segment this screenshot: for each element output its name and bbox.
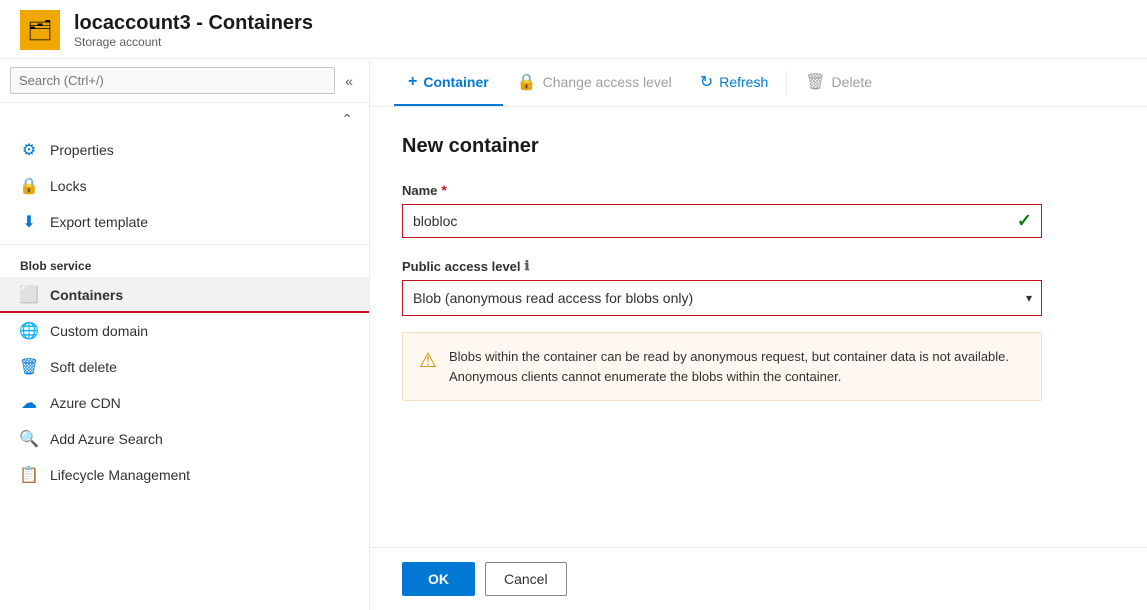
lock-icon: 🔒 (20, 177, 38, 195)
section-collapse-icon[interactable]: ⌃ (341, 111, 353, 128)
sidebar-item-properties[interactable]: ⚙ Properties (0, 132, 369, 168)
page-title: locaccount3 - Containers (74, 12, 313, 35)
access-select-wrapper: Private (no anonymous access) Blob (anon… (402, 280, 1042, 316)
change-access-level-button[interactable]: 🔒 Change access level (503, 59, 686, 106)
refresh-icon: ↻ (700, 72, 713, 92)
sidebar-items: ⌃ ⚙ Properties 🔒 Locks ⬇ Export template… (0, 103, 369, 610)
plus-icon: + (408, 73, 417, 91)
lifecycle-icon: 📋 (20, 466, 38, 484)
delete-icon: 🗑 (805, 72, 825, 92)
sidebar-item-add-azure-search[interactable]: 🔍 Add Azure Search (0, 421, 369, 457)
change-access-label: Change access level (543, 74, 672, 90)
sidebar-item-azure-cdn[interactable]: ☁ Azure CDN (0, 385, 369, 421)
container-button[interactable]: + Container (394, 59, 503, 106)
search-input[interactable] (10, 67, 335, 94)
sidebar-item-lifecycle-management[interactable]: 📋 Lifecycle Management (0, 457, 369, 493)
warning-box: ⚠ Blobs within the container can be read… (402, 332, 1042, 401)
sidebar-item-locks[interactable]: 🔒 Locks (0, 168, 369, 204)
info-icon: ℹ (525, 258, 530, 274)
sidebar: « ⌃ ⚙ Properties 🔒 Locks ⬇ Export templa… (0, 59, 370, 610)
header: 🗂 locaccount3 - Containers Storage accou… (0, 0, 1147, 59)
sidebar-item-lifecycle-label: Lifecycle Management (50, 467, 190, 483)
export-icon: ⬇ (20, 213, 38, 231)
sidebar-item-custom-domain-label: Custom domain (50, 323, 148, 339)
sidebar-item-add-azure-search-label: Add Azure Search (50, 431, 163, 447)
page-subtitle: Storage account (74, 35, 313, 49)
domain-icon: 🌐 (20, 322, 38, 340)
cancel-button[interactable]: Cancel (485, 562, 567, 596)
panel-title: New container (402, 135, 1115, 158)
sidebar-item-containers[interactable]: ⬜ Containers (0, 277, 369, 313)
delete-button[interactable]: 🗑 Delete (791, 59, 886, 106)
access-label: Public access level ℹ (402, 258, 1115, 274)
blob-service-header: Blob service (0, 249, 369, 277)
name-input-wrapper: ✓ (402, 204, 1042, 238)
refresh-button[interactable]: ↻ Refresh (686, 59, 782, 106)
name-required: * (441, 182, 446, 198)
sidebar-item-properties-label: Properties (50, 142, 114, 158)
name-input[interactable] (402, 204, 1042, 238)
lock-toolbar-icon: 🔒 (517, 72, 537, 92)
access-level-select[interactable]: Private (no anonymous access) Blob (anon… (402, 280, 1042, 316)
sidebar-item-custom-domain[interactable]: 🌐 Custom domain (0, 313, 369, 349)
access-form-group: Public access level ℹ Private (no anonym… (402, 258, 1115, 401)
name-label: Name * (402, 182, 1115, 198)
properties-icon: ⚙ (20, 141, 38, 159)
container-button-label: Container (423, 74, 488, 90)
sidebar-item-containers-label: Containers (50, 287, 123, 303)
search-row: « (0, 59, 369, 103)
sidebar-item-export-label: Export template (50, 214, 148, 230)
header-title-block: locaccount3 - Containers Storage account (74, 12, 313, 49)
sidebar-item-soft-delete-label: Soft delete (50, 359, 117, 375)
content-area: + Container 🔒 Change access level ↻ Refr… (370, 59, 1147, 610)
warning-triangle-icon: ⚠ (419, 348, 437, 373)
toolbar-separator (786, 71, 787, 95)
container-icon: ⬜ (20, 286, 38, 304)
toolbar: + Container 🔒 Change access level ↻ Refr… (370, 59, 1147, 107)
cdn-icon: ☁ (20, 394, 38, 412)
delete-label: Delete (832, 74, 872, 90)
sidebar-item-export-template[interactable]: ⬇ Export template (0, 204, 369, 240)
refresh-label: Refresh (719, 74, 768, 90)
panel: New container Name * ✓ Public access lev… (370, 107, 1147, 547)
check-icon: ✓ (1017, 211, 1032, 232)
warning-text: Blobs within the container can be read b… (449, 347, 1025, 386)
search-az-icon: 🔍 (20, 430, 38, 448)
header-icon: 🗂 (20, 10, 60, 50)
sidebar-item-locks-label: Locks (50, 178, 87, 194)
sidebar-item-soft-delete[interactable]: 🗑 Soft delete (0, 349, 369, 385)
name-form-group: Name * ✓ (402, 182, 1115, 238)
main-layout: « ⌃ ⚙ Properties 🔒 Locks ⬇ Export templa… (0, 59, 1147, 610)
softdelete-icon: 🗑 (20, 358, 38, 376)
panel-footer: OK Cancel (370, 547, 1147, 610)
collapse-button[interactable]: « (339, 69, 359, 93)
divider (0, 244, 369, 245)
sidebar-item-azure-cdn-label: Azure CDN (50, 395, 121, 411)
ok-button[interactable]: OK (402, 562, 475, 596)
